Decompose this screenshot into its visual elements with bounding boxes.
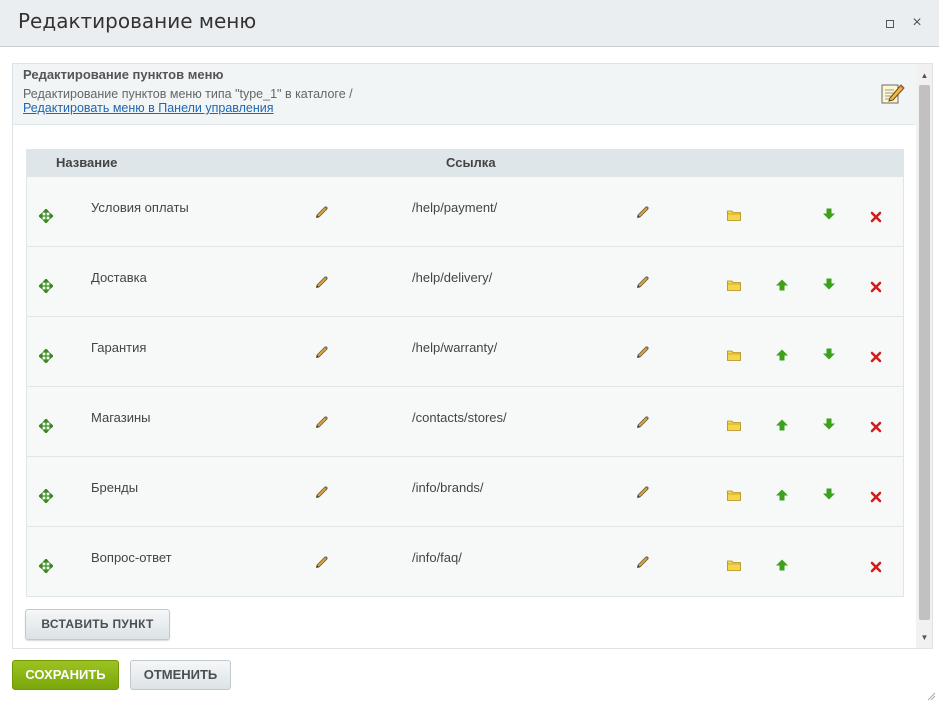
save-button[interactable]: СОХРАНИТЬ [12, 660, 119, 690]
item-name: Условия оплаты [91, 200, 189, 215]
info-heading: Редактирование пунктов меню [23, 67, 224, 82]
edit-link-pencil-icon[interactable] [636, 345, 650, 359]
item-name: Бренды [91, 480, 139, 495]
item-link: /info/brands/ [412, 480, 484, 495]
item-link: /contacts/stores/ [412, 410, 507, 425]
folder-icon[interactable] [727, 349, 741, 361]
control-panel-link[interactable]: Редактировать меню в Панели управления [23, 101, 274, 115]
edit-menu-icon [879, 80, 905, 106]
arrow-up-icon[interactable] [775, 489, 789, 501]
delete-icon[interactable] [870, 561, 882, 573]
table-header: Название Ссылка [27, 150, 903, 176]
dialog-content: Редактирование пунктов меню Редактирован… [12, 63, 933, 649]
resize-handle-icon[interactable] [926, 688, 936, 701]
edit-name-pencil-icon[interactable] [315, 555, 329, 569]
move-icon[interactable] [39, 349, 53, 363]
folder-icon[interactable] [727, 279, 741, 291]
scrollbar[interactable]: ▲ ▼ [916, 64, 932, 648]
delete-icon[interactable] [870, 211, 882, 223]
folder-icon[interactable] [727, 559, 741, 571]
edit-link-pencil-icon[interactable] [636, 485, 650, 499]
delete-icon[interactable] [870, 421, 882, 433]
window-titlebar: Редактирование меню × [0, 0, 939, 47]
insert-item-button[interactable]: ВСТАВИТЬ ПУНКТ [25, 609, 170, 640]
edit-name-pencil-icon[interactable] [315, 345, 329, 359]
delete-icon[interactable] [870, 491, 882, 503]
arrow-down-icon[interactable] [822, 488, 836, 500]
table-row: Бренды/info/brands/ [27, 456, 903, 526]
item-link: /help/warranty/ [412, 340, 498, 355]
arrow-down-icon[interactable] [822, 418, 836, 430]
move-icon[interactable] [39, 489, 53, 503]
item-name: Магазины [91, 410, 151, 425]
window-title: Редактирование меню [18, 9, 257, 33]
scrollbar-thumb[interactable] [919, 85, 930, 620]
folder-icon[interactable] [727, 419, 741, 431]
cancel-button[interactable]: ОТМЕНИТЬ [130, 660, 231, 690]
move-icon[interactable] [39, 419, 53, 433]
edit-link-pencil-icon[interactable] [636, 275, 650, 289]
arrow-up-icon[interactable] [775, 349, 789, 361]
info-panel: Редактирование пунктов меню Редактирован… [13, 64, 916, 125]
move-icon[interactable] [39, 279, 53, 293]
arrow-up-icon[interactable] [775, 279, 789, 291]
folder-icon[interactable] [727, 209, 741, 221]
edit-name-pencil-icon[interactable] [315, 415, 329, 429]
arrow-up-icon[interactable] [775, 419, 789, 431]
delete-icon[interactable] [870, 351, 882, 363]
edit-name-pencil-icon[interactable] [315, 275, 329, 289]
table-row: Магазины/contacts/stores/ [27, 386, 903, 456]
edit-name-pencil-icon[interactable] [315, 205, 329, 219]
table-row: Вопрос-ответ/info/faq/ [27, 526, 903, 596]
item-name: Гарантия [91, 340, 147, 355]
maximize-icon[interactable] [880, 13, 900, 33]
scroll-up-icon[interactable]: ▲ [916, 67, 932, 84]
item-name: Вопрос-ответ [91, 550, 172, 565]
column-header-link: Ссылка [446, 155, 496, 170]
arrow-down-icon[interactable] [822, 208, 836, 220]
item-name: Доставка [91, 270, 147, 285]
arrow-up-icon[interactable] [775, 559, 789, 571]
arrow-down-icon[interactable] [822, 348, 836, 360]
item-link: /help/payment/ [412, 200, 498, 215]
edit-link-pencil-icon[interactable] [636, 415, 650, 429]
arrow-down-icon[interactable] [822, 278, 836, 290]
edit-link-pencil-icon[interactable] [636, 205, 650, 219]
table-row: Гарантия/help/warranty/ [27, 316, 903, 386]
move-icon[interactable] [39, 559, 53, 573]
close-icon[interactable]: × [907, 13, 927, 33]
move-icon[interactable] [39, 209, 53, 223]
edit-link-pencil-icon[interactable] [636, 555, 650, 569]
edit-name-pencil-icon[interactable] [315, 485, 329, 499]
item-link: /help/delivery/ [412, 270, 493, 285]
item-link: /info/faq/ [412, 550, 462, 565]
delete-icon[interactable] [870, 281, 882, 293]
column-header-name: Название [56, 155, 118, 170]
table-row: Доставка/help/delivery/ [27, 246, 903, 316]
folder-icon[interactable] [727, 489, 741, 501]
menu-items-table: Название Ссылка Условия оплаты/help/paym… [26, 149, 904, 597]
info-subtitle: Редактирование пунктов меню типа "type_1… [23, 87, 353, 101]
table-row: Условия оплаты/help/payment/ [27, 176, 903, 246]
scroll-down-icon[interactable]: ▼ [916, 629, 932, 646]
